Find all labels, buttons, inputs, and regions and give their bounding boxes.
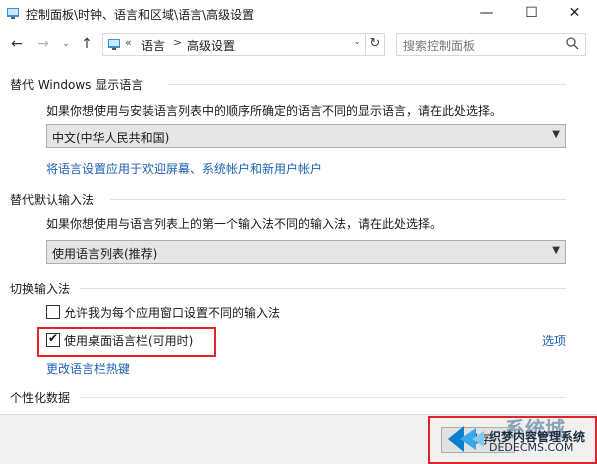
search-placeholder: 搜索控制面板 <box>403 39 476 53</box>
window-title: 控制面板\时钟、语言和区域\语言\高级设置 <box>26 8 255 22</box>
recent-locations-button[interactable]: ⌄ <box>60 34 72 54</box>
navigation-bar: ← → ⌄ ↑ « 语言 > 高级设置 ⌄ ↻ 搜索控制面板 <box>0 28 597 60</box>
refresh-button[interactable]: ↻ <box>365 33 385 56</box>
section-divider <box>110 199 566 200</box>
up-button[interactable]: ↑ <box>78 34 96 54</box>
chevron-down-icon: ▼ <box>552 245 560 256</box>
section-heading: 切换输入法 <box>10 282 71 296</box>
section-heading: 替代 Windows 显示语言 <box>10 78 144 92</box>
chevron-down-icon: ▼ <box>552 129 560 140</box>
back-button[interactable]: ← <box>8 34 26 54</box>
close-button[interactable]: ✕ <box>552 0 597 28</box>
section-heading: 个性化数据 <box>10 391 71 405</box>
watermark-logo-icon <box>448 426 484 452</box>
watermark-text: DEDECMS.COM <box>489 441 574 454</box>
section-divider <box>168 84 566 85</box>
address-bar[interactable]: « 语言 > 高级设置 ⌄ <box>102 33 366 56</box>
section-divider <box>80 288 566 289</box>
address-overflow[interactable]: « <box>125 36 132 49</box>
options-link[interactable]: 选项 <box>542 332 566 349</box>
selected-value: 使用语言列表(推荐) <box>52 247 158 261</box>
checkbox-label[interactable]: 允许我为每个应用窗口设置不同的输入法 <box>64 304 280 321</box>
selected-value: 中文(中华人民共和国) <box>52 131 170 145</box>
change-language-bar-hotkeys-link[interactable]: 更改语言栏热键 <box>46 360 130 377</box>
input-method-select[interactable]: 使用语言列表(推荐) ▼ <box>46 240 566 264</box>
forward-button[interactable]: → <box>34 34 52 54</box>
control-panel-icon <box>108 39 120 50</box>
search-input[interactable]: 搜索控制面板 <box>396 33 586 56</box>
search-icon <box>566 37 579 50</box>
breadcrumb-item[interactable]: 语言 <box>141 37 165 54</box>
section-description: 如果你想使用与语言列表上的第一个输入法不同的输入法，请在此处选择。 <box>46 217 443 231</box>
section-heading: 替代默认输入法 <box>10 193 95 207</box>
display-language-select[interactable]: 中文(中华人民共和国) ▼ <box>46 124 566 148</box>
section-divider <box>80 397 566 398</box>
section-description: 如果你想使用与安装语言列表中的顺序所确定的语言不同的显示语言，请在此处选择。 <box>46 104 503 118</box>
breadcrumb-item[interactable]: 高级设置 <box>187 37 235 54</box>
minimize-button[interactable]: — <box>464 0 509 28</box>
breadcrumb-separator[interactable]: > <box>173 36 182 49</box>
apply-language-settings-link[interactable]: 将语言设置应用于欢迎屏幕、系统帐户和新用户帐户 <box>46 160 322 177</box>
control-panel-icon <box>7 8 19 19</box>
per-app-input-checkbox[interactable] <box>46 305 60 319</box>
annotation-highlight-box <box>37 327 216 357</box>
maximize-button[interactable]: ☐ <box>509 0 554 28</box>
chevron-down-icon[interactable]: ⌄ <box>353 37 361 47</box>
title-bar: 控制面板\时钟、语言和区域\语言\高级设置 — ☐ ✕ <box>0 0 597 28</box>
